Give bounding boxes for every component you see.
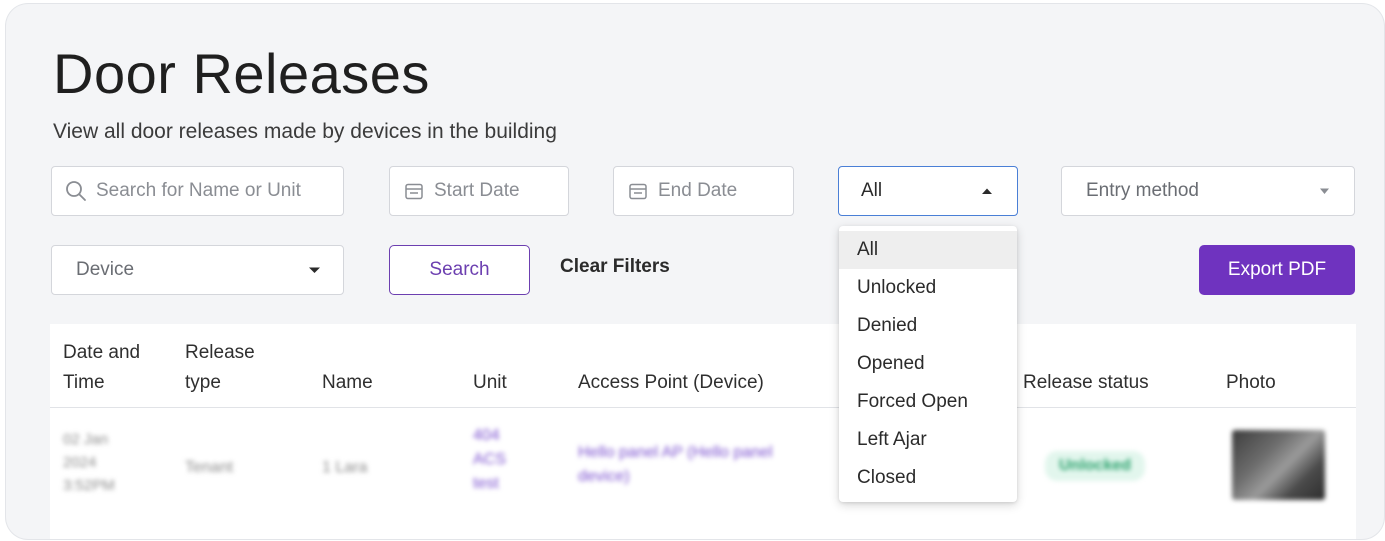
release-status-select[interactable]: All [838,166,1018,216]
status-badge: Unlocked [1045,451,1146,481]
caret-down-icon [1320,188,1329,194]
end-date-field[interactable]: End Date [613,166,794,216]
row-access-point-link[interactable]: Hello panel AP (Hello panel device) [578,441,773,489]
entry-method-select[interactable]: Entry method [1061,166,1355,216]
device-select[interactable]: Device [51,245,344,295]
release-status-dropdown-menu: All Unlocked Denied Opened Forced Open L… [839,226,1017,502]
search-field[interactable] [51,166,344,216]
calendar-icon [405,183,423,200]
entry-method-placeholder: Entry method [1086,180,1199,201]
status-option-closed[interactable]: Closed [839,459,1017,497]
start-date-field[interactable]: Start Date [389,166,569,216]
caret-up-icon [982,188,992,194]
device-placeholder: Device [76,259,135,280]
status-option-forced-open[interactable]: Forced Open [839,383,1017,421]
status-option-opened[interactable]: Opened [839,345,1017,383]
header-release-status[interactable]: Release status [1023,368,1149,398]
header-photo: Photo [1226,372,1276,393]
row-date-time: 02 Jan 2024 3:52PM [63,431,115,494]
status-option-all[interactable]: All [839,231,1017,269]
door-releases-table: Date and Time Release type Name Unit Acc… [50,324,1356,539]
header-date-time[interactable]: Date and Time [63,338,140,398]
release-status-selected-value: All [861,180,883,201]
search-icon [66,181,86,201]
door-releases-card: Door Releases View all door releases mad… [6,4,1384,539]
table-row[interactable]: 02 Jan 2024 3:52PM Tenant 1 Lara 404 ACS… [50,408,1356,539]
status-option-left-ajar[interactable]: Left Ajar [839,421,1017,459]
table-header: Date and Time Release type Name Unit Acc… [50,324,1356,408]
page-title: Door Releases [53,42,430,105]
header-access-point[interactable]: Access Point (Device) [578,368,764,398]
search-input[interactable] [96,180,336,202]
status-option-unlocked[interactable]: Unlocked [839,269,1017,307]
page-subtitle: View all door releases made by devices i… [53,120,557,143]
header-unit[interactable]: Unit [473,368,507,398]
start-date-placeholder: Start Date [434,180,520,201]
release-photo-thumbnail[interactable] [1232,430,1325,500]
end-date-placeholder: End Date [658,180,738,201]
export-pdf-button[interactable]: Export PDF [1199,245,1355,295]
header-name[interactable]: Name [322,368,373,398]
clear-filters-button[interactable]: Clear Filters [560,256,670,278]
calendar-icon [629,183,647,200]
row-release-type: Tenant [185,459,234,476]
caret-down-icon [309,267,320,273]
search-button[interactable]: Search [389,245,530,295]
header-release-type[interactable]: Release type [185,338,255,398]
row-name: 1 Lara [322,459,368,476]
row-unit-link[interactable]: 404 ACS test [473,424,506,496]
status-option-denied[interactable]: Denied [839,307,1017,345]
